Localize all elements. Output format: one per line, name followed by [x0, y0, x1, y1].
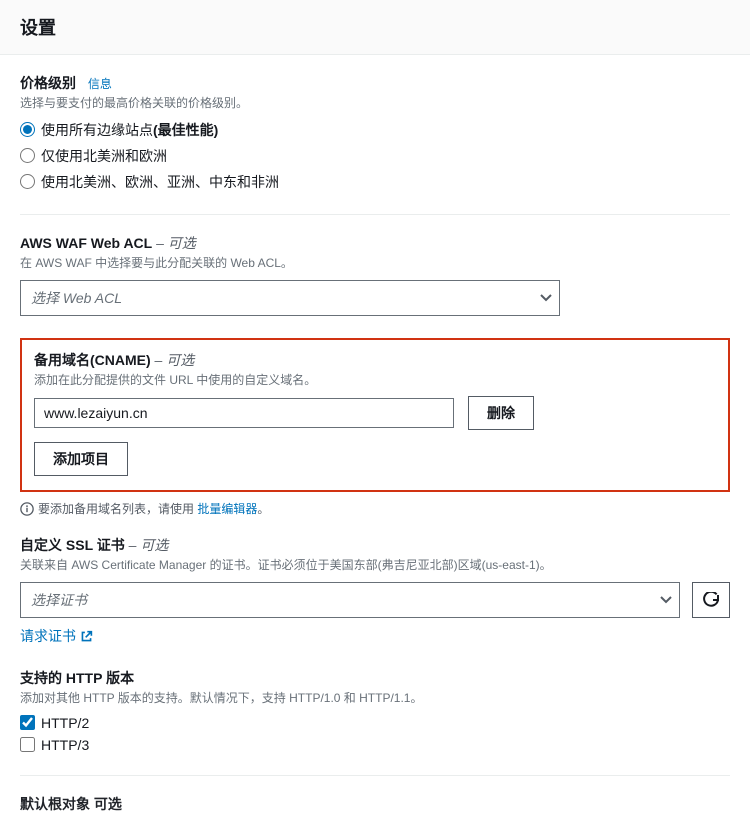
waf-optional: – 可选 [152, 235, 196, 251]
add-item-button[interactable]: 添加项目 [34, 442, 128, 476]
cname-hint: 要添加备用域名列表，请使用 批量编辑器。 [20, 500, 730, 517]
price-option-all-label: 使用所有边缘站点 [41, 122, 153, 138]
ssl-title: 自定义 SSL 证书 [20, 537, 125, 553]
price-radio-extended[interactable] [20, 174, 35, 189]
price-option-extended-label: 使用北美洲、欧洲、亚洲、中东和非洲 [41, 172, 279, 192]
request-cert-label: 请求证书 [20, 626, 76, 646]
cname-input-row: 删除 [34, 396, 716, 430]
cname-hint-prefix: 要添加备用域名列表，请使用 [38, 502, 197, 516]
section-waf: AWS WAF Web ACL – 可选 在 AWS WAF 中选择要与此分配关… [20, 233, 730, 316]
refresh-button[interactable] [692, 582, 730, 618]
cname-hint-suffix: 。 [257, 502, 269, 516]
ssl-select[interactable]: 选择证书 [20, 582, 680, 618]
ssl-title-row: 自定义 SSL 证书 – 可选 [20, 535, 730, 555]
http-checkbox-group: HTTP/2 HTTP/3 [20, 715, 730, 753]
price-option-all-best: (最佳性能) [153, 122, 218, 138]
waf-title-row: AWS WAF Web ACL – 可选 [20, 233, 730, 253]
delete-button[interactable]: 删除 [468, 396, 534, 430]
price-option-na-eu[interactable]: 仅使用北美洲和欧洲 [20, 146, 730, 166]
price-option-na-eu-label: 仅使用北美洲和欧洲 [41, 146, 167, 166]
http3-option[interactable]: HTTP/3 [20, 737, 730, 753]
root-object-title: 默认根对象 可选 [20, 794, 730, 814]
price-info-link[interactable]: 信息 [88, 77, 112, 91]
waf-select-placeholder: 选择 Web ACL [20, 280, 560, 316]
waf-select[interactable]: 选择 Web ACL [20, 280, 560, 316]
ssl-optional: – 可选 [125, 537, 169, 553]
cname-optional: – 可选 [151, 352, 195, 368]
http2-checkbox[interactable] [20, 715, 35, 730]
http3-label: HTTP/3 [41, 737, 89, 753]
price-radio-na-eu[interactable] [20, 148, 35, 163]
cname-desc: 添加在此分配提供的文件 URL 中使用的自定义域名。 [34, 372, 716, 389]
http-title: 支持的 HTTP 版本 [20, 668, 730, 688]
ssl-desc: 关联来自 AWS Certificate Manager 的证书。证书必须位于美… [20, 557, 730, 574]
info-icon [20, 502, 34, 516]
page-title: 设置 [20, 14, 730, 40]
price-title-row: 价格级别 信息 [20, 73, 730, 93]
divider [20, 775, 730, 776]
price-radio-group: 使用所有边缘站点(最佳性能) 仅使用北美洲和欧洲 使用北美洲、欧洲、亚洲、中东和… [20, 120, 730, 192]
section-http: 支持的 HTTP 版本 添加对其他 HTTP 版本的支持。默认情况下，支持 HT… [20, 668, 730, 753]
waf-title: AWS WAF Web ACL [20, 235, 152, 251]
http2-label: HTTP/2 [41, 715, 89, 731]
divider [20, 214, 730, 215]
cname-highlight: 备用域名(CNAME) – 可选 添加在此分配提供的文件 URL 中使用的自定义… [20, 338, 730, 493]
http2-option[interactable]: HTTP/2 [20, 715, 730, 731]
external-link-icon [80, 630, 93, 643]
cname-title-row: 备用域名(CNAME) – 可选 [34, 350, 716, 370]
cname-input[interactable] [34, 398, 454, 428]
section-ssl: 自定义 SSL 证书 – 可选 关联来自 AWS Certificate Man… [20, 535, 730, 646]
http3-checkbox[interactable] [20, 737, 35, 752]
section-price-class: 价格级别 信息 选择与要支付的最高价格关联的价格级别。 使用所有边缘站点(最佳性… [20, 73, 730, 192]
price-option-extended[interactable]: 使用北美洲、欧洲、亚洲、中东和非洲 [20, 172, 730, 192]
cname-title: 备用域名(CNAME) [34, 352, 151, 368]
price-radio-all[interactable] [20, 122, 35, 137]
price-option-all[interactable]: 使用所有边缘站点(最佳性能) [20, 120, 730, 140]
waf-desc: 在 AWS WAF 中选择要与此分配关联的 Web ACL。 [20, 255, 730, 272]
bulk-editor-link[interactable]: 批量编辑器 [197, 502, 257, 516]
refresh-icon [703, 592, 719, 608]
request-cert-link[interactable]: 请求证书 [20, 626, 93, 646]
price-title: 价格级别 [20, 75, 76, 91]
price-desc: 选择与要支付的最高价格关联的价格级别。 [20, 95, 730, 112]
ssl-select-placeholder: 选择证书 [20, 582, 680, 618]
